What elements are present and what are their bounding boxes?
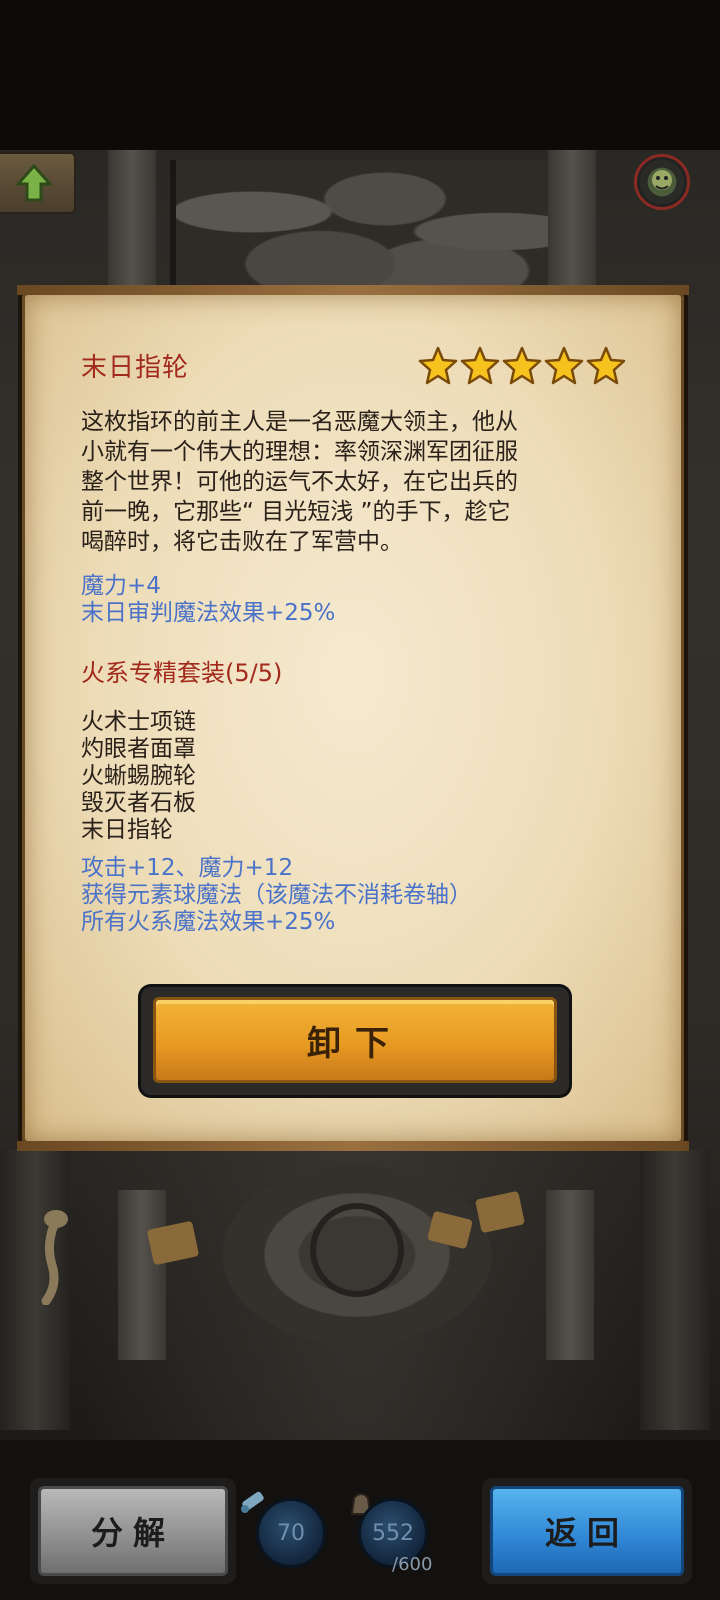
storage-capacity: /600 <box>392 1554 433 1575</box>
hero-avatar-icon <box>652 170 672 190</box>
star-icon <box>502 346 542 385</box>
floor-seal <box>222 1165 492 1345</box>
description-line: 喝醉时，将它击败在了军营中。 <box>81 529 403 555</box>
scroll-count: 70 <box>277 1520 305 1546</box>
base-stats: 魔力+4 末日审判魔法效果+25% <box>81 573 335 627</box>
stone-wall <box>170 160 562 290</box>
side-column <box>640 1150 710 1430</box>
set-bonuses: 攻击+12、魔力+12 获得元素球魔法（该魔法不消耗卷轴） 所有火系魔法效果+2… <box>81 855 472 936</box>
star-icon <box>460 346 500 385</box>
description-line: 整个世界！可他的运气不太好，在它出兵的 <box>81 469 518 495</box>
decompose-button-label: 分解 <box>90 1514 175 1552</box>
stat-line: 魔力+4 <box>81 573 161 599</box>
set-bonus-line: 获得元素球魔法（该魔法不消耗卷轴） <box>81 882 472 908</box>
set-bonus-line: 攻击+12、魔力+12 <box>81 855 294 881</box>
set-item-list: 火术士项链 灼眼者面罩 火蜥蜴腕轮 毁灭者石板 末日指轮 <box>81 709 196 844</box>
star-rating <box>417 345 627 389</box>
description-line: 小就有一个伟大的理想：率领深渊军团征服 <box>81 439 518 465</box>
set-title: 火系专精套装(5/5) <box>81 659 283 687</box>
item-name: 末日指轮 <box>81 353 190 383</box>
back-button-label: 返回 <box>544 1514 629 1552</box>
set-item: 毁灭者石板 <box>81 790 196 816</box>
set-item: 灼眼者面罩 <box>81 736 196 762</box>
parchment-edge <box>17 285 689 295</box>
back-button[interactable]: 返回 <box>482 1478 692 1584</box>
stat-line: 末日审判魔法效果+25% <box>81 600 336 626</box>
up-arrow-button[interactable] <box>0 152 76 214</box>
item-detail-panel: 末日指轮 这枚指环的前主人是一名恶魔大领主，他从 小就有一个伟大的理想：率领深渊… <box>17 285 689 1151</box>
top-shadow <box>0 0 720 150</box>
set-item: 末日指轮 <box>81 817 173 843</box>
set-item: 火术士项链 <box>81 709 196 735</box>
set-bonus-line: 所有火系魔法效果+25% <box>81 909 336 935</box>
up-arrow-icon <box>14 163 54 202</box>
pillar <box>546 1190 594 1360</box>
pillar <box>108 150 156 300</box>
hero-avatar-button[interactable] <box>634 154 690 210</box>
scroll-count-orb: 70 <box>256 1498 326 1568</box>
decompose-button[interactable]: 分解 <box>30 1478 236 1584</box>
set-item: 火蜥蜴腕轮 <box>81 763 196 789</box>
unequip-button[interactable]: 卸下 <box>141 987 569 1095</box>
unequip-button-label: 卸下 <box>307 1023 403 1064</box>
star-icon <box>418 346 458 385</box>
star-icon <box>586 346 626 385</box>
description-line: 这枚指环的前主人是一名恶魔大领主，他从 <box>81 409 518 435</box>
pillar <box>548 150 596 300</box>
item-description: 这枚指环的前主人是一名恶魔大领主，他从 小就有一个伟大的理想：率领深渊军团征服 … <box>81 407 601 557</box>
star-icon <box>544 346 584 385</box>
description-line: 前一晚，它那些“ 目光短浅 ”的手下，趁它 <box>81 499 511 525</box>
pillar <box>118 1190 166 1360</box>
parchment-edge <box>17 1141 689 1151</box>
lizard-icon <box>41 1210 68 1305</box>
